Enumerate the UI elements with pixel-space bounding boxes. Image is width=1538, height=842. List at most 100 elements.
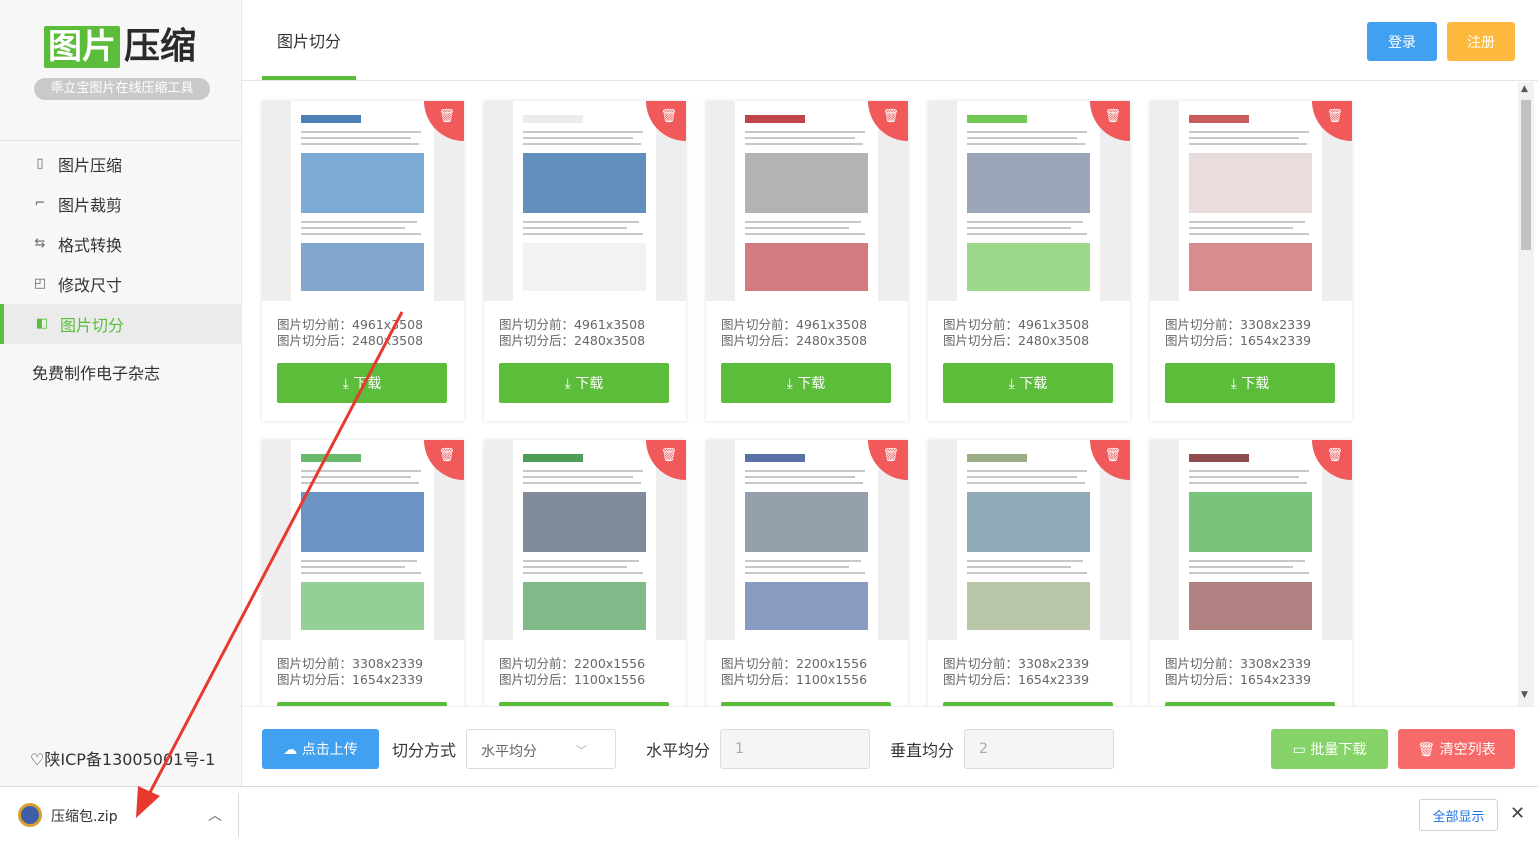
login-button[interactable]: 登录: [1367, 22, 1437, 61]
image-card: 🗑图片切分前：2200x1556图片切分后：1100x1556⤓ 下载: [484, 440, 686, 706]
crop-icon: ⌐: [34, 196, 46, 211]
size-after: 图片切分后：1100x1556: [721, 672, 868, 687]
logo-text: 压缩: [124, 26, 197, 67]
size-before: 图片切分前：3308x2339: [277, 656, 424, 671]
scroll-up-icon[interactable]: ▲: [1521, 84, 1528, 94]
size-after: 图片切分后：2480x3508: [943, 333, 1090, 348]
sidebar-item-label: 格式转换: [58, 236, 123, 255]
page-preview: [957, 440, 1100, 640]
size-before: 图片切分前：2200x1556: [499, 656, 646, 671]
size-info: 图片切分前：3308x2339 图片切分后：1654x2339: [277, 656, 423, 688]
size-after: 图片切分后：1100x1556: [499, 672, 646, 687]
sidebar-item-label: 修改尺寸: [58, 276, 123, 295]
sidebar-item-convert[interactable]: ⇆ 格式转换: [0, 224, 242, 264]
header: 图片切分 登录 注册: [242, 0, 1538, 81]
doc-icon: ▯: [36, 156, 44, 171]
size-before: 图片切分前：3308x2339: [1165, 317, 1312, 332]
shield-icon: ♡: [30, 750, 45, 769]
image-card: 🗑图片切分前：3308x2339图片切分后：1654x2339⤓ 下载: [928, 440, 1130, 706]
register-button[interactable]: 注册: [1447, 22, 1515, 61]
chevron-down-icon: ﹀: [576, 744, 587, 757]
download-button[interactable]: ⤓ 下载: [499, 363, 669, 403]
upload-button[interactable]: ☁ 点击上传: [262, 729, 379, 769]
thumbnail: 🗑: [262, 440, 464, 640]
logo[interactable]: 图片 压缩: [44, 22, 204, 72]
image-card: 🗑图片切分前：3308x2339图片切分后：1654x2339⤓ 下载: [262, 440, 464, 706]
clear-list-label: 清空列表: [1439, 742, 1496, 758]
size-info: 图片切分前：2200x1556 图片切分后：1100x1556: [721, 656, 867, 688]
size-before: 图片切分前：3308x2339: [943, 656, 1090, 671]
sidebar-item-label: 图片切分: [60, 316, 125, 335]
icp-text: 陕ICP备13005001号-1: [44, 750, 216, 769]
scrollbar[interactable]: ▲ ▼: [1518, 82, 1534, 706]
thumbnail: 🗑: [1150, 440, 1352, 640]
page-preview: [513, 440, 656, 640]
thumbnail: 🗑: [928, 101, 1130, 301]
sidebar-item-resize[interactable]: ◰ 修改尺寸: [0, 264, 242, 304]
size-after: 图片切分后：2480x3508: [721, 333, 868, 348]
image-card: 🗑 图片切分前：3308x2339图片切分后：1654x2339 ⤓ 下载: [1150, 101, 1352, 421]
upload-label: 点击上传: [301, 742, 358, 758]
download-button[interactable]: ⤓ 下载: [943, 363, 1113, 403]
download-icon: ⤓: [1008, 376, 1020, 392]
page-preview: [1179, 440, 1322, 640]
download-button[interactable]: ⤓ 下载: [721, 363, 891, 403]
download-label: 下载: [1019, 376, 1048, 392]
size-info: 图片切分前：4961x3508 图片切分后：2480x3508: [499, 317, 645, 349]
image-card: 🗑图片切分前：2200x1556图片切分后：1100x1556⤓ 下载: [706, 440, 908, 706]
magazine-link[interactable]: 免费制作电子杂志: [32, 360, 160, 384]
logo-mark: 图片: [44, 26, 120, 68]
size-after: 图片切分后：1654x2339: [1165, 333, 1312, 348]
page-preview: [735, 440, 878, 640]
horizontal-label: 水平均分: [646, 741, 711, 760]
show-all-button[interactable]: 全部显示: [1419, 799, 1498, 831]
download-button[interactable]: ⤓ 下载: [277, 363, 447, 403]
page-preview: [291, 101, 434, 301]
image-card: 🗑 图片切分前：4961x3508 图片切分后：2480x3508 ⤓ 下载: [928, 101, 1130, 421]
page-preview: [1179, 101, 1322, 301]
thumbnail: 🗑: [484, 101, 686, 301]
zip-archive-icon: [18, 803, 42, 827]
download-file-name[interactable]: 压缩包.zip: [51, 806, 118, 826]
split-mode-label: 切分方式: [392, 741, 457, 760]
size-before: 图片切分前：3308x2339: [1165, 656, 1312, 671]
size-before: 图片切分前：4961x3508: [721, 317, 868, 332]
page-preview: [291, 440, 434, 640]
clear-list-button[interactable]: 🗑 清空列表: [1398, 729, 1515, 769]
sidebar-item-split[interactable]: ◧ 图片切分: [0, 304, 242, 344]
sidebar-item-label: 图片压缩: [58, 156, 123, 175]
size-after: 图片切分后：2480x3508: [277, 333, 424, 348]
batch-download-button[interactable]: ▭ 批量下载: [1271, 729, 1388, 769]
size-before: 图片切分前：4961x3508: [277, 317, 424, 332]
thumbnail: 🗑: [1150, 101, 1352, 301]
sidebar-item-compress[interactable]: ▯ 图片压缩: [0, 144, 242, 184]
size-info: 图片切分前：2200x1556 图片切分后：1100x1556: [499, 656, 645, 688]
sidebar: 图片 压缩 乖立宝图片在线压缩工具 ▯ 图片压缩 ⌐ 图片裁剪 ⇆ 格式转换 ◰…: [0, 0, 242, 786]
slogan: 乖立宝图片在线压缩工具: [34, 78, 210, 100]
split-mode-select[interactable]: 水平均分 ﹀: [466, 729, 616, 769]
vertical-input[interactable]: [964, 729, 1114, 769]
sidebar-item-crop[interactable]: ⌐ 图片裁剪: [0, 184, 242, 224]
batch-download-label: 批量下载: [1310, 742, 1367, 758]
image-card: 🗑 图片切分前：4961x3508 图片切分后：2480x3508 ⤓ 下载: [262, 101, 464, 421]
image-card: 🗑 图片切分前：4961x3508 图片切分后：2480x3508 ⤓ 下载: [706, 101, 908, 421]
cloud-upload-icon: ☁: [283, 742, 298, 758]
size-after: 图片切分后：1654x2339: [1165, 672, 1312, 687]
download-icon: ⤓: [564, 376, 576, 392]
size-info: 图片切分前：4961x3508 图片切分后：2480x3508: [721, 317, 867, 349]
vertical-label: 垂直均分: [890, 741, 955, 760]
thumbnail: 🗑: [706, 101, 908, 301]
close-icon[interactable]: ✕: [1510, 803, 1525, 824]
scroll-down-icon[interactable]: ▼: [1521, 690, 1528, 700]
horizontal-input[interactable]: [720, 729, 870, 769]
bottom-toolbar: ☁ 点击上传 切分方式 水平均分 ﹀ 水平均分 垂直均分 ▭ 批量下载 🗑 清空…: [242, 706, 1538, 786]
chevron-up-icon[interactable]: ︿: [208, 805, 222, 825]
icp-link[interactable]: ♡陕ICP备13005001号-1: [30, 746, 215, 770]
tab-split[interactable]: 图片切分: [262, 0, 356, 80]
convert-icon: ⇆: [34, 236, 46, 251]
size-before: 图片切分前：4961x3508: [499, 317, 646, 332]
download-button[interactable]: ⤓ 下载: [1165, 363, 1335, 403]
thumbnail: 🗑: [928, 440, 1130, 640]
scroll-thumb[interactable]: [1521, 100, 1531, 250]
download-icon: ⤓: [1230, 376, 1242, 392]
